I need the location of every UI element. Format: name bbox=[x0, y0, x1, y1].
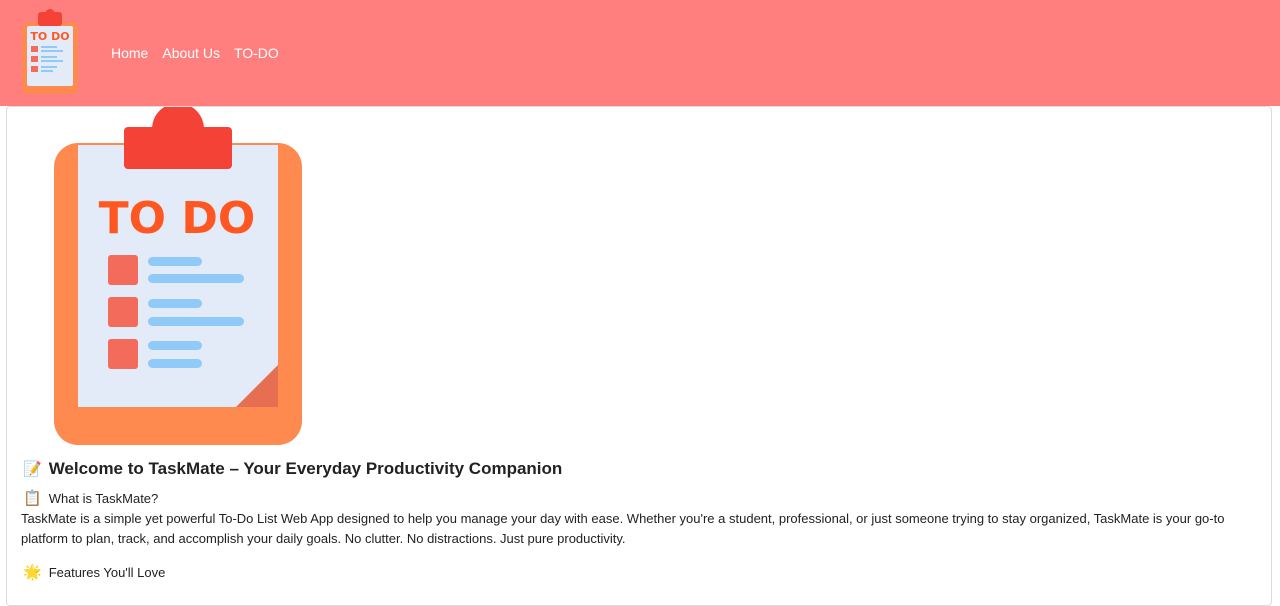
features-heading: 🌟 Features You'll Love bbox=[23, 563, 165, 581]
memo-icon: 📝 bbox=[23, 461, 42, 478]
welcome-heading: 📝 Welcome to TaskMate – Your Everyday Pr… bbox=[23, 459, 562, 479]
features-title: Features You'll Love bbox=[48, 564, 166, 580]
todo-logo-icon: TO DO bbox=[22, 9, 78, 94]
brand-logo[interactable]: TO DO bbox=[18, 8, 82, 96]
logo-text: TO DO bbox=[30, 30, 69, 43]
todo-clipboard-icon: TO DO bbox=[54, 103, 302, 445]
what-title: What is TaskMate? bbox=[48, 490, 159, 506]
main-card: TO DO 📝 Welcome to TaskMate – Your Every… bbox=[6, 103, 1272, 606]
nav-link-todo[interactable]: TO-DO bbox=[234, 44, 279, 62]
star-icon: 🌟 bbox=[23, 564, 42, 581]
description-text: TaskMate is a simple yet powerful To-Do … bbox=[21, 511, 1225, 546]
hero-logo-text: TO DO bbox=[99, 193, 256, 244]
nav-link-home[interactable]: Home bbox=[111, 44, 148, 62]
welcome-title: Welcome to TaskMate – Your Everyday Prod… bbox=[48, 459, 563, 478]
what-heading: 📋 What is TaskMate? bbox=[23, 489, 158, 507]
clipboard-icon: 📋 bbox=[23, 490, 42, 507]
hero-image: TO DO bbox=[52, 103, 312, 447]
nav-links: Home About Us TO-DO bbox=[111, 44, 293, 62]
nav-link-about-us[interactable]: About Us bbox=[162, 44, 220, 62]
navbar: TO DO Home About Us TO-DO bbox=[0, 0, 1280, 106]
